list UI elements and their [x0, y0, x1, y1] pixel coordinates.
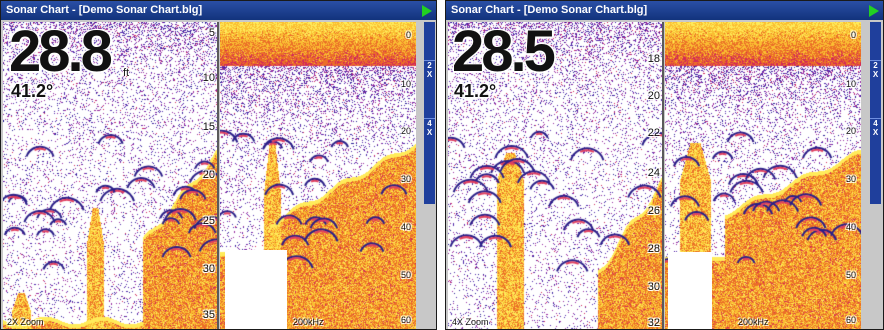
full-scale-label: 20 — [845, 126, 856, 136]
zoom-scale-label: 20 — [647, 90, 660, 102]
full-scale-label: 20 — [400, 126, 411, 136]
zoom-level-label: 2X Zoom — [7, 317, 44, 327]
temperature-readout: 41.2° — [454, 81, 497, 101]
zoom-scale-label: 32 — [647, 317, 660, 329]
zoom-button-bar: 2 X 4 X — [870, 22, 881, 204]
full-scale-label: 10 — [400, 79, 411, 89]
zoom-scale-label: 15 — [202, 121, 215, 133]
window-title: Sonar Chart - [Demo Sonar Chart.blg] — [451, 4, 648, 16]
zoom-4x-button[interactable]: 4 X — [424, 118, 435, 142]
zoom-scale-label: 25 — [202, 215, 215, 227]
window-title: Sonar Chart - [Demo Sonar Chart.blg] — [6, 4, 203, 16]
temperature-readout: 41.2° — [11, 81, 54, 101]
window-title-bar[interactable]: Sonar Chart - [Demo Sonar Chart.blg] — [446, 1, 883, 20]
zoom-2x-button[interactable]: 2 X — [870, 60, 881, 84]
zoom-scale-label: 26 — [647, 205, 660, 217]
full-scale-label: 40 — [845, 222, 856, 232]
zoom-scale-label: 5 — [208, 27, 215, 39]
zoom-2x-button[interactable]: 2 X — [424, 60, 435, 84]
full-scale-label: 60 — [400, 315, 411, 325]
zoom-scale-label: 22 — [647, 127, 660, 139]
sonar-window-left: Sonar Chart - [Demo Sonar Chart.blg] 2 X… — [0, 0, 437, 330]
full-scale-label: 40 — [400, 222, 411, 232]
zoom-level-label: 4X Zoom — [452, 317, 489, 327]
full-scale-label: 30 — [845, 174, 856, 184]
zoom-scale-label: 20 — [202, 169, 215, 181]
full-scale-label: 0 — [850, 30, 856, 40]
zoom-scale-label: 30 — [202, 263, 215, 275]
zoom-scale-label: 18 — [647, 53, 660, 65]
frequency-label: 200kHz — [738, 317, 769, 327]
zoom-scale-label: 30 — [647, 281, 660, 293]
full-scale-label: 10 — [845, 79, 856, 89]
zoom-scale-label: 35 — [202, 309, 215, 321]
zoom-scale-label: 24 — [647, 167, 660, 179]
window-title-bar[interactable]: Sonar Chart - [Demo Sonar Chart.blg] — [1, 1, 436, 20]
sonar-window-right: Sonar Chart - [Demo Sonar Chart.blg] 2 X… — [445, 0, 884, 330]
zoom-scale-label: 28 — [647, 243, 660, 255]
depth-unit: ft — [123, 67, 130, 79]
full-scale-label: 50 — [400, 270, 411, 280]
pane-divider[interactable] — [662, 22, 664, 329]
full-scale-label: 60 — [845, 315, 856, 325]
full-scale-label: 0 — [405, 30, 411, 40]
frequency-label: 200kHz — [293, 317, 324, 327]
blank-region — [668, 252, 712, 329]
zoom-scale-label: 10 — [202, 72, 215, 84]
full-scale-label: 30 — [400, 174, 411, 184]
depth-readout: 28.8 — [9, 19, 113, 84]
pane-divider[interactable] — [217, 22, 219, 329]
play-icon[interactable] — [422, 5, 432, 17]
play-icon[interactable] — [869, 5, 879, 17]
full-scale-label: 50 — [845, 270, 856, 280]
depth-readout: 28.5 — [452, 19, 556, 84]
zoom-button-bar: 2 X 4 X — [424, 22, 435, 204]
zoom-4x-button[interactable]: 4 X — [870, 118, 881, 142]
blank-region — [225, 250, 287, 329]
